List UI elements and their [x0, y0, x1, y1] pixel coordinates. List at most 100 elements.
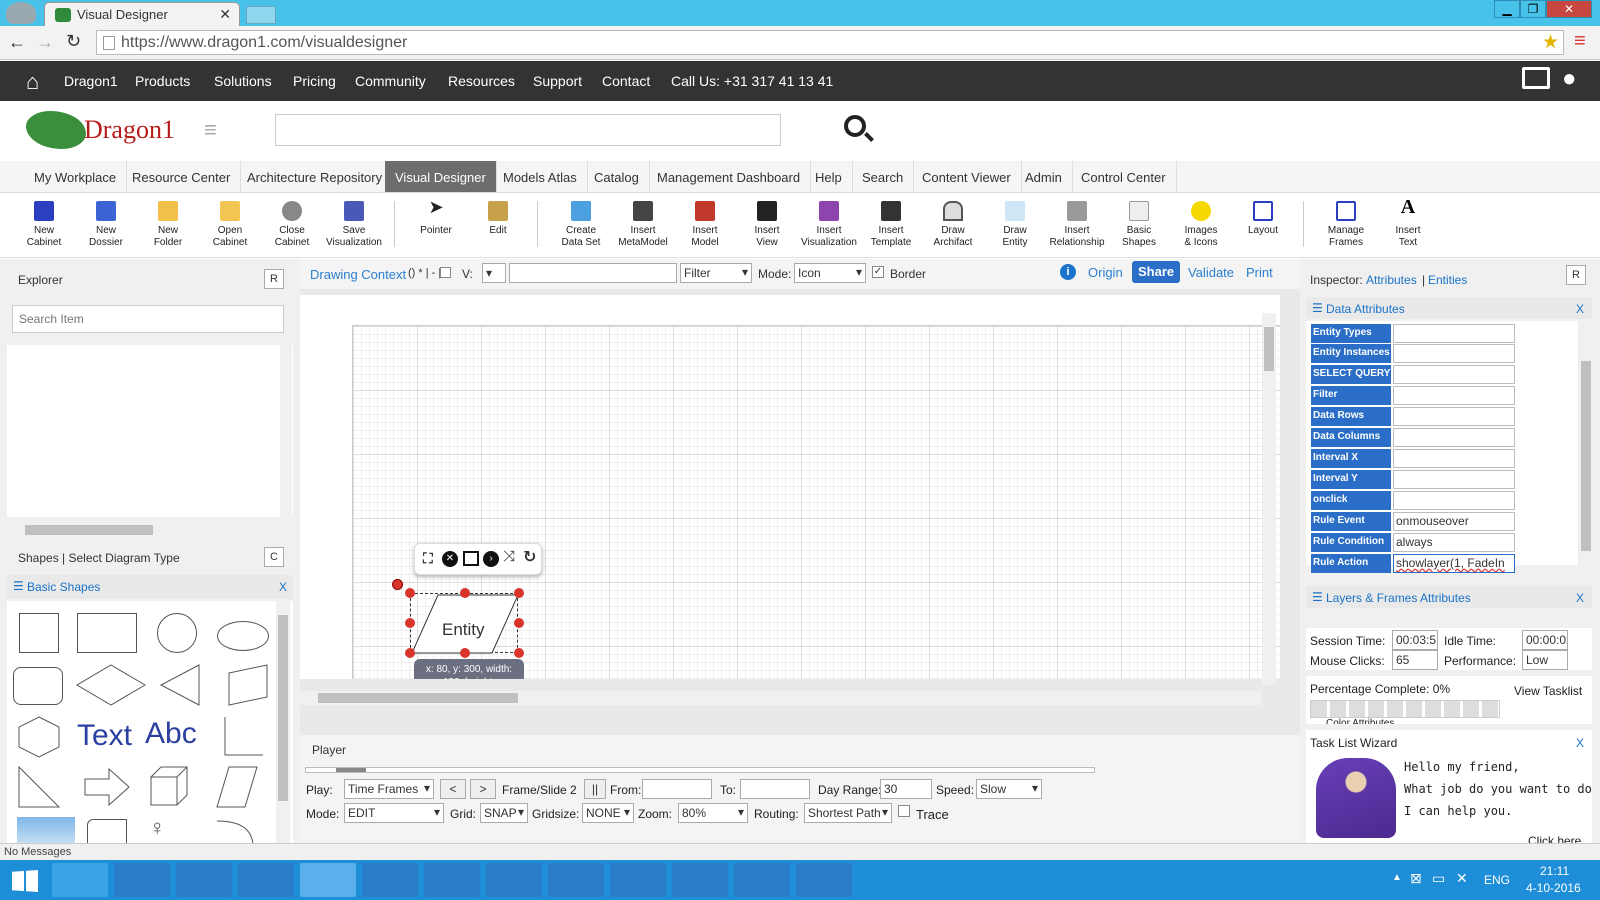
home-icon[interactable]: ⌂: [26, 69, 39, 95]
nav-pricing[interactable]: Pricing: [293, 73, 336, 89]
nav-resources[interactable]: Resources: [448, 73, 515, 89]
nav-contact[interactable]: Contact: [602, 73, 650, 89]
border-checkbox[interactable]: ✓: [872, 266, 884, 278]
tab-search[interactable]: Search: [852, 161, 915, 192]
insert-model-button[interactable]: Insert Model: [675, 201, 735, 249]
view-tasklist-link[interactable]: View Tasklist: [1514, 684, 1582, 698]
tab-help[interactable]: Help: [805, 161, 853, 192]
day-range-input[interactable]: 30: [880, 779, 932, 799]
resize-handle[interactable]: [405, 618, 415, 628]
folder-app-icon[interactable]: [548, 863, 604, 897]
browser-tab[interactable]: Visual Designer ✕: [44, 2, 240, 26]
prev-frame-button[interactable]: <: [440, 779, 466, 799]
layout-button[interactable]: Layout: [1233, 201, 1293, 237]
speed-select[interactable]: Slow ▾: [976, 779, 1042, 799]
back-icon[interactable]: ←: [8, 32, 26, 53]
from-input[interactable]: [642, 779, 712, 799]
attr-input[interactable]: [1393, 449, 1515, 468]
resize-handle[interactable]: [460, 588, 470, 598]
clock-time[interactable]: 21:11: [1540, 864, 1569, 878]
tab-admin[interactable]: Admin: [1015, 161, 1073, 192]
layers-frames-header[interactable]: ☰ Layers & Frames Attributes X: [1306, 586, 1592, 608]
close-icon[interactable]: X: [1576, 302, 1584, 316]
player-timeline[interactable]: [305, 767, 1095, 773]
nav-products[interactable]: Products: [135, 73, 190, 89]
minimize-button[interactable]: ▁: [1494, 0, 1520, 18]
next-frame-button[interactable]: >: [470, 779, 496, 799]
tab-control-center[interactable]: Control Center: [1071, 161, 1177, 192]
site-search-input[interactable]: [275, 114, 781, 146]
windows-start-icon[interactable]: [12, 870, 38, 892]
zoom-select[interactable]: 80% ▾: [678, 803, 748, 823]
circle-shape[interactable]: [157, 613, 197, 653]
clock-date[interactable]: 4-10-2016: [1526, 881, 1581, 895]
corner-line-shape[interactable]: [221, 715, 265, 759]
attr-input[interactable]: showlayer(1, FadeIn: [1393, 554, 1515, 573]
parallelogram-shape[interactable]: [219, 663, 269, 707]
slanted-shape[interactable]: [213, 765, 263, 809]
mode-select[interactable]: Icon ▾: [794, 263, 866, 283]
tab-content-viewer[interactable]: Content Viewer: [912, 161, 1022, 192]
play-select[interactable]: Time Frames ▾: [344, 779, 434, 799]
save-visualization-button[interactable]: Save Visualization: [324, 201, 384, 249]
insert-text-button[interactable]: A Insert Text: [1378, 197, 1438, 249]
reload-icon[interactable]: ↻: [66, 31, 81, 52]
timeline-thumb[interactable]: [336, 768, 366, 772]
shuffle-icon[interactable]: ⤨: [503, 548, 515, 565]
tray-display-icon[interactable]: ▭: [1432, 870, 1445, 887]
visual-studio-icon[interactable]: [176, 863, 232, 897]
insert-relationship-button[interactable]: Insert Relationship: [1047, 201, 1107, 249]
data-attributes-header[interactable]: ☰ Data Attributes X: [1306, 297, 1592, 319]
open-cabinet-button[interactable]: Open Cabinet: [200, 201, 260, 249]
tools-icon[interactable]: [734, 863, 790, 897]
attr-input[interactable]: [1393, 428, 1515, 447]
pointer-button[interactable]: ➤ Pointer: [406, 198, 466, 237]
to-input[interactable]: [740, 779, 810, 799]
hamburger-icon[interactable]: ≡: [204, 117, 217, 143]
scroll-thumb[interactable]: [1581, 361, 1591, 551]
url-field[interactable]: https://www.dragon1.com/visualdesigner ★: [96, 30, 1564, 55]
paint-icon[interactable]: [610, 863, 666, 897]
tab-models-atlas[interactable]: Models Atlas: [493, 161, 588, 192]
drawing-context-link[interactable]: Drawing Context: [310, 267, 406, 282]
insert-metamodel-button[interactable]: Insert MetaModel: [613, 201, 673, 249]
rounded-rectangle-shape[interactable]: [13, 667, 63, 705]
diamond-shape[interactable]: [75, 663, 147, 707]
basic-shapes-button[interactable]: Basic Shapes: [1109, 201, 1169, 249]
resize-handle[interactable]: [405, 588, 415, 598]
new-dossier-button[interactable]: New Dossier: [76, 201, 136, 249]
tab-visual-designer[interactable]: Visual Designer: [385, 161, 497, 192]
nav-solutions[interactable]: Solutions: [214, 73, 272, 89]
print-link[interactable]: Print: [1246, 265, 1273, 280]
nav-dragon1[interactable]: Dragon1: [64, 73, 118, 89]
cube-shape[interactable]: [147, 765, 191, 809]
close-tab-icon[interactable]: ✕: [219, 6, 231, 23]
close-icon[interactable]: X: [1576, 736, 1584, 750]
dragon-app-icon[interactable]: [796, 863, 852, 897]
draw-archifact-button[interactable]: Draw Archifact: [923, 201, 983, 249]
close-cabinet-button[interactable]: Close Cabinet: [262, 201, 322, 249]
refresh-icon[interactable]: ↻: [523, 547, 536, 567]
trace-checkbox[interactable]: [898, 805, 910, 817]
landscape-image-shape[interactable]: [17, 817, 75, 843]
scroll-thumb[interactable]: [25, 525, 153, 535]
monitor-icon[interactable]: [1522, 67, 1550, 89]
inspector-vscrollbar[interactable]: [1580, 321, 1592, 565]
insert-template-button[interactable]: Insert Template: [861, 201, 921, 249]
close-icon[interactable]: X: [1576, 591, 1584, 605]
user-icon[interactable]: ●: [1562, 65, 1577, 93]
canvas-vscrollbar[interactable]: [1262, 313, 1276, 685]
gimp-icon[interactable]: [672, 863, 728, 897]
player-mode-select[interactable]: EDIT ▾: [344, 803, 444, 823]
resize-handle[interactable]: [514, 618, 524, 628]
resize-handle[interactable]: [514, 648, 524, 658]
insert-view-button[interactable]: Insert View: [737, 201, 797, 249]
close-icon[interactable]: X: [279, 580, 287, 594]
books-icon[interactable]: [424, 863, 480, 897]
attr-input[interactable]: [1393, 470, 1515, 489]
context-checkbox[interactable]: [440, 267, 451, 278]
text-shape[interactable]: Text: [77, 719, 132, 753]
search-icon[interactable]: [844, 115, 866, 137]
nav-support[interactable]: Support: [533, 73, 582, 89]
nav-community[interactable]: Community: [355, 73, 426, 89]
